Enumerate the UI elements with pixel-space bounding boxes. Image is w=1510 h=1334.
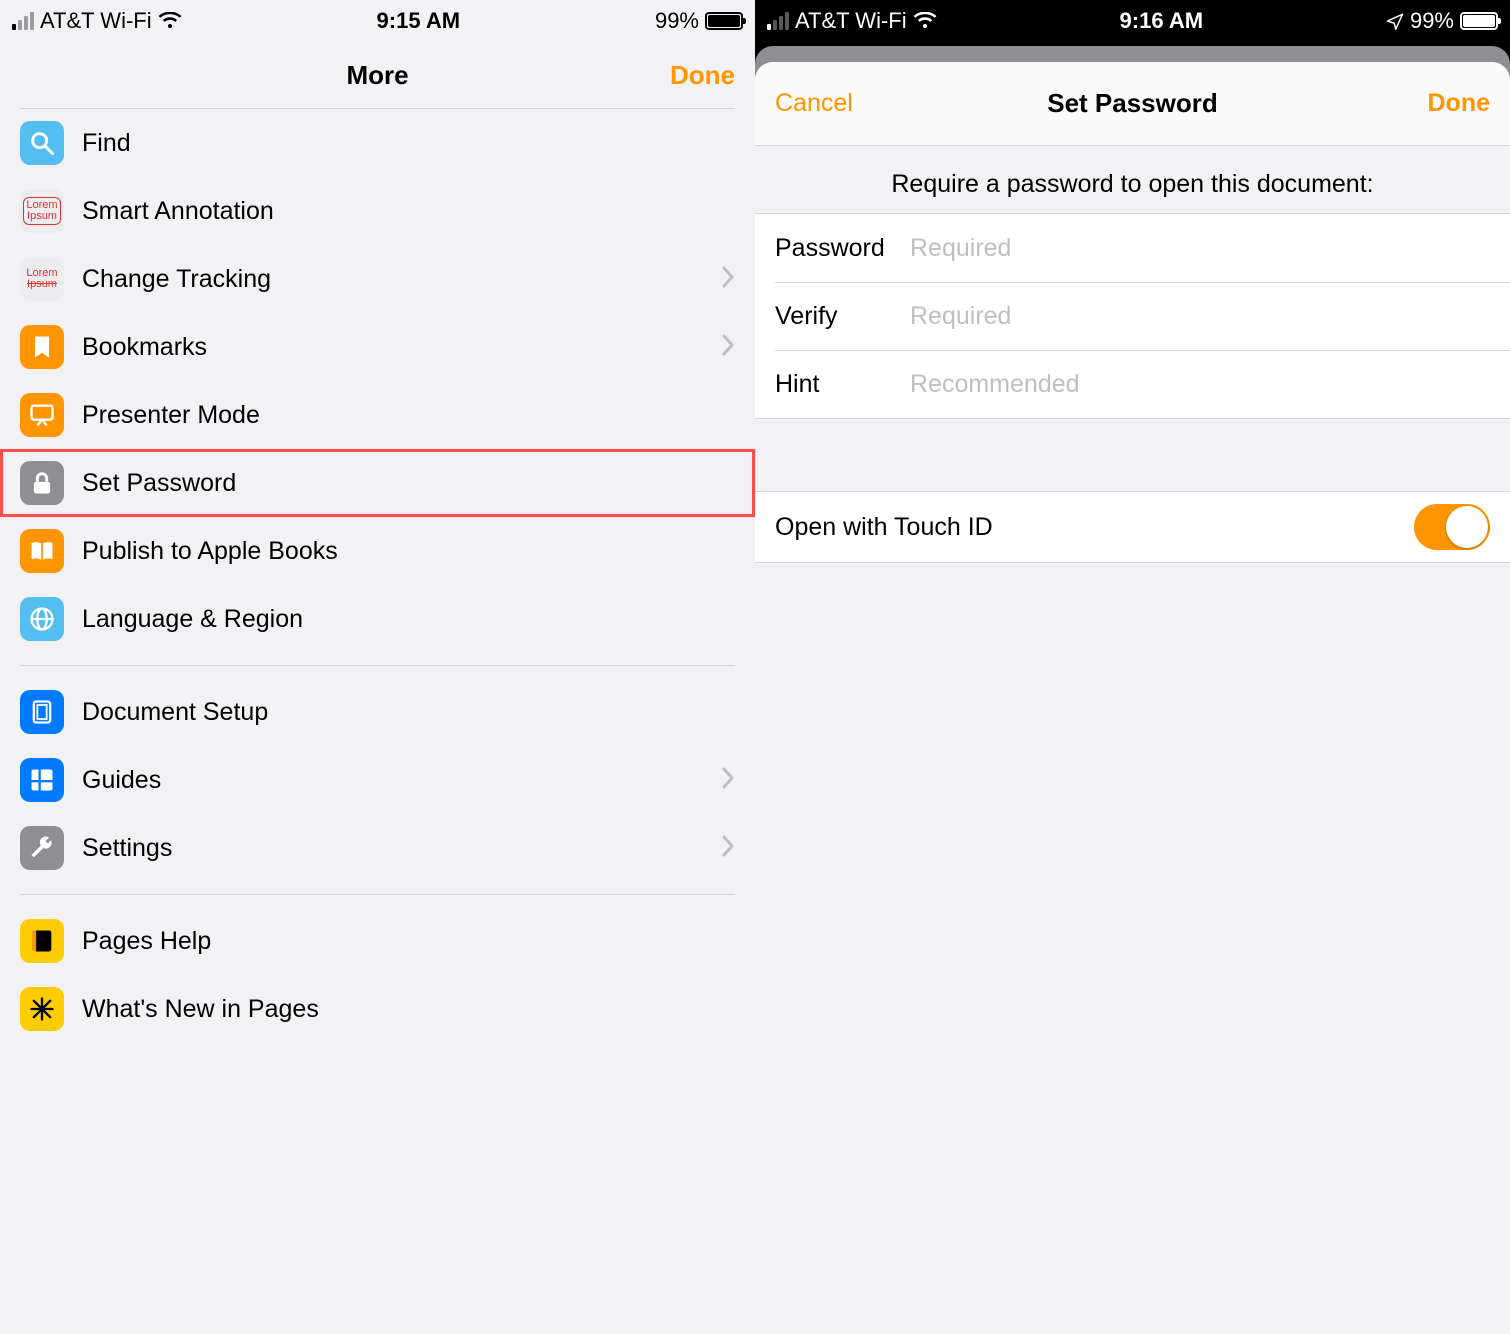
- menu-item-label: Language & Region: [82, 605, 735, 634]
- cell-signal-icon: [767, 12, 789, 30]
- screen-set-password: AT&T Wi-Fi 9:16 AM 99% Cancel Set Passwo…: [755, 0, 1510, 1334]
- menu-item-settings[interactable]: Settings: [0, 814, 755, 882]
- menu-item-lang-region[interactable]: Language & Region: [0, 585, 755, 653]
- touchid-row[interactable]: Open with Touch ID: [755, 491, 1510, 563]
- lang-region-icon: [20, 597, 64, 641]
- help-icon: [20, 919, 64, 963]
- field-label-password: Password: [775, 234, 910, 263]
- field-row-hint: Hint: [775, 350, 1510, 418]
- publish-icon: [20, 529, 64, 573]
- status-bar: AT&T Wi-Fi 9:16 AM 99%: [755, 0, 1510, 42]
- bookmarks-icon: [20, 325, 64, 369]
- carrier-label: AT&T Wi-Fi: [40, 8, 152, 34]
- menu-item-whatsnew[interactable]: What's New in Pages: [0, 975, 755, 1043]
- field-row-verify: Verify: [775, 282, 1510, 350]
- menu-item-publish[interactable]: Publish to Apple Books: [0, 517, 755, 585]
- done-button[interactable]: Done: [1428, 89, 1491, 118]
- clock: 9:16 AM: [1120, 8, 1204, 34]
- carrier-label: AT&T Wi-Fi: [795, 8, 907, 34]
- guides-icon: [20, 758, 64, 802]
- sheet-nav: Cancel Set Password Done: [755, 62, 1510, 146]
- sheet-title: Set Password: [1047, 88, 1218, 119]
- wifi-icon: [158, 12, 182, 30]
- menu-item-find[interactable]: Find: [0, 109, 755, 177]
- field-input-verify[interactable]: [910, 302, 1490, 331]
- field-label-verify: Verify: [775, 302, 910, 331]
- presenter-icon: [20, 393, 64, 437]
- menu-item-change-tracking[interactable]: LoremIpsum Change Tracking: [0, 245, 755, 313]
- battery-pct: 99%: [655, 8, 699, 34]
- whatsnew-icon: [20, 987, 64, 1031]
- menu-item-help[interactable]: Pages Help: [0, 907, 755, 975]
- change-tracking-icon: LoremIpsum: [20, 257, 64, 301]
- battery-icon: [1460, 12, 1498, 30]
- menu-item-label: Change Tracking: [82, 265, 721, 294]
- divider: [20, 665, 735, 666]
- smart-annot-icon: LoremIpsum: [20, 189, 64, 233]
- popover-header: More Done: [0, 42, 755, 108]
- cancel-button[interactable]: Cancel: [775, 89, 853, 118]
- menu-item-label: Settings: [82, 834, 721, 863]
- menu-item-label: Presenter Mode: [82, 401, 735, 430]
- field-input-hint[interactable]: [910, 370, 1490, 399]
- section-caption: Require a password to open this document…: [755, 146, 1510, 213]
- doc-setup-icon: [20, 690, 64, 734]
- password-fields: Password Verify Hint: [755, 213, 1510, 419]
- chevron-right-icon: [721, 767, 735, 794]
- menu-item-label: Find: [82, 129, 735, 158]
- spacer: [755, 419, 1510, 491]
- settings-icon: [20, 826, 64, 870]
- menu-item-label: Pages Help: [82, 927, 735, 956]
- field-input-password[interactable]: [910, 234, 1490, 263]
- chevron-right-icon: [721, 334, 735, 361]
- menu-item-label: Document Setup: [82, 698, 735, 727]
- location-icon: [1386, 12, 1404, 30]
- menu-item-label: Smart Annotation: [82, 197, 735, 226]
- wifi-icon: [913, 12, 937, 30]
- battery-icon: [705, 12, 743, 30]
- field-label-hint: Hint: [775, 370, 910, 399]
- cell-signal-icon: [12, 12, 34, 30]
- touchid-switch[interactable]: [1414, 504, 1490, 550]
- find-icon: [20, 121, 64, 165]
- chevron-right-icon: [721, 266, 735, 293]
- menu-item-smart-annot[interactable]: LoremIpsum Smart Annotation: [0, 177, 755, 245]
- set-password-sheet: Cancel Set Password Done Require a passw…: [755, 62, 1510, 1334]
- menu-item-label: Guides: [82, 766, 721, 795]
- set-password-icon: [20, 461, 64, 505]
- clock: 9:15 AM: [377, 8, 461, 34]
- menu-item-label: Publish to Apple Books: [82, 537, 735, 566]
- done-button[interactable]: Done: [670, 60, 735, 91]
- page-title: More: [346, 60, 408, 91]
- menu-item-presenter[interactable]: Presenter Mode: [0, 381, 755, 449]
- field-row-password: Password: [755, 214, 1510, 282]
- divider: [20, 894, 735, 895]
- menu-item-label: Set Password: [82, 469, 735, 498]
- more-menu-list: FindLoremIpsumSmart AnnotationLoremIpsum…: [0, 109, 755, 1043]
- menu-item-set-password[interactable]: Set Password: [0, 449, 755, 517]
- status-bar: AT&T Wi-Fi 9:15 AM 99%: [0, 0, 755, 42]
- screen-more-menu: AT&T Wi-Fi 9:15 AM 99% More Done Find Lor…: [0, 0, 755, 1334]
- menu-item-bookmarks[interactable]: Bookmarks: [0, 313, 755, 381]
- menu-item-guides[interactable]: Guides: [0, 746, 755, 814]
- menu-item-doc-setup[interactable]: Document Setup: [0, 678, 755, 746]
- touchid-label: Open with Touch ID: [775, 513, 993, 542]
- battery-pct: 99%: [1410, 8, 1454, 34]
- menu-item-label: Bookmarks: [82, 333, 721, 362]
- menu-item-label: What's New in Pages: [82, 995, 735, 1024]
- chevron-right-icon: [721, 835, 735, 862]
